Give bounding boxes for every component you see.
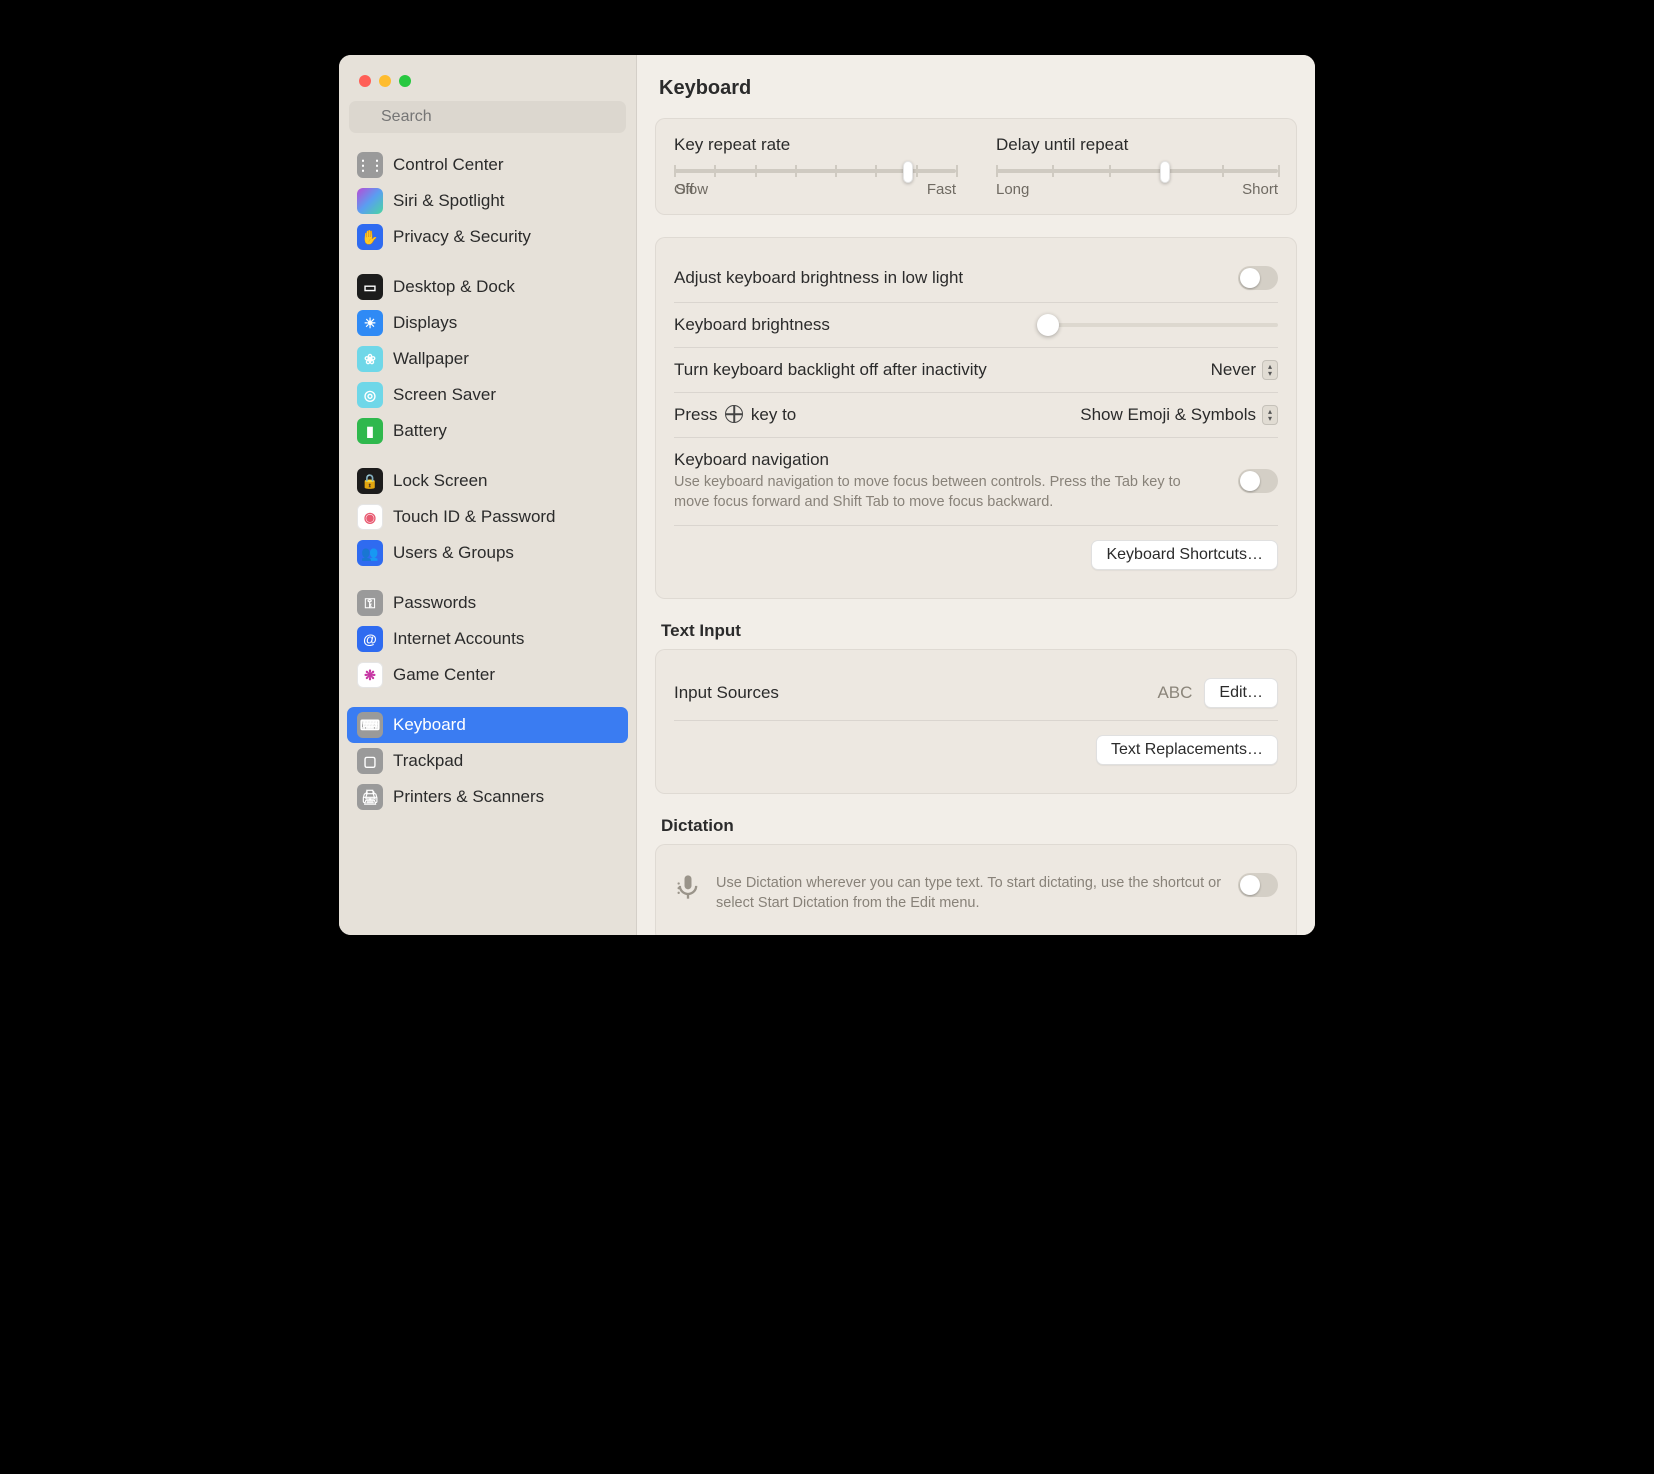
sidebar-icon (357, 188, 383, 214)
keyboard-nav-toggle[interactable] (1238, 469, 1278, 493)
text-input-header: Text Input (655, 621, 1297, 649)
minimize-window[interactable] (379, 75, 391, 87)
dictation-toggle[interactable] (1238, 873, 1278, 897)
sidebar-icon: ▭ (357, 274, 383, 300)
stepper-icon: ▴▾ (1262, 405, 1278, 425)
keyboard-shortcuts-button[interactable]: Keyboard Shortcuts… (1091, 540, 1278, 570)
sidebar-icon: @ (357, 626, 383, 652)
delay-short-label: Short (1242, 181, 1278, 198)
sidebar-item-keyboard[interactable]: ⌨ Keyboard (347, 707, 628, 743)
sidebar-item-label: Internet Accounts (393, 629, 524, 649)
sidebar-nav[interactable]: ⋮⋮ Control Center Siri & Spotlight ✋ Privacy… (339, 139, 636, 935)
stepper-icon: ▴▾ (1262, 360, 1278, 380)
brightness-label: Keyboard brightness (674, 315, 830, 335)
main-content: Keyboard Key repeat rate Off Slow Fast D… (637, 55, 1315, 935)
sidebar-item-internet-accounts[interactable]: @ Internet Accounts (347, 621, 628, 657)
sidebar-item-privacy-security[interactable]: ✋ Privacy & Security (347, 219, 628, 255)
delay-slider[interactable] (996, 169, 1278, 173)
globe-key-popup[interactable]: Show Emoji & Symbols ▴▾ (1080, 405, 1278, 425)
microphone-icon (674, 873, 702, 906)
sidebar-item-battery[interactable]: ▮ Battery (347, 413, 628, 449)
sidebar-item-screen-saver[interactable]: ◎ Screen Saver (347, 377, 628, 413)
sidebar-item-label: Printers & Scanners (393, 787, 544, 807)
sidebar-item-desktop-dock[interactable]: ▭ Desktop & Dock (347, 269, 628, 305)
repeat-panel: Key repeat rate Off Slow Fast Delay unti… (655, 118, 1297, 215)
repeat-fast-label: Fast (927, 181, 956, 198)
globe-key-value: Show Emoji & Symbols (1080, 405, 1256, 425)
sidebar-icon: ▮ (357, 418, 383, 444)
sidebar-item-label: Battery (393, 421, 447, 441)
sidebar-item-label: Passwords (393, 593, 476, 613)
keyboard-nav-label: Keyboard navigation (674, 450, 1218, 470)
brightness-panel: Adjust keyboard brightness in low light … (655, 237, 1297, 599)
sidebar-item-game-center[interactable]: ❋ Game Center (347, 657, 628, 693)
text-input-panel: Input Sources ABC Edit… Text Replacement… (655, 649, 1297, 794)
page-title: Keyboard (655, 55, 1297, 118)
sidebar-icon: ❀ (357, 346, 383, 372)
close-window[interactable] (359, 75, 371, 87)
globe-icon (725, 405, 743, 423)
backlight-off-popup[interactable]: Never ▴▾ (1211, 360, 1278, 380)
delay-long-label: Long (996, 181, 1029, 198)
brightness-slider[interactable] (1038, 323, 1278, 327)
sidebar-icon: ☀ (357, 310, 383, 336)
sidebar-item-label: Trackpad (393, 751, 463, 771)
sidebar-item-label: Desktop & Dock (393, 277, 515, 297)
auto-brightness-toggle[interactable] (1238, 266, 1278, 290)
backlight-off-value: Never (1211, 360, 1256, 380)
sidebar-item-lock-screen[interactable]: 🔒 Lock Screen (347, 463, 628, 499)
sidebar-item-label: Control Center (393, 155, 504, 175)
sidebar-item-label: Displays (393, 313, 457, 333)
sidebar-item-users-groups[interactable]: 👥 Users & Groups (347, 535, 628, 571)
globe-key-label: Press key to (674, 405, 796, 425)
sidebar-icon: ◎ (357, 382, 383, 408)
sidebar-item-wallpaper[interactable]: ❀ Wallpaper (347, 341, 628, 377)
key-repeat-slider[interactable] (674, 169, 956, 173)
sidebar-icon: ⚿ (357, 590, 383, 616)
sidebar-icon: ⌨ (357, 712, 383, 738)
keyboard-nav-desc: Use keyboard navigation to move focus be… (674, 472, 1218, 513)
sidebar-item-label: Privacy & Security (393, 227, 531, 247)
key-repeat-title: Key repeat rate (674, 135, 956, 155)
sidebar-icon: ❋ (357, 662, 383, 688)
sidebar-item-passwords[interactable]: ⚿ Passwords (347, 585, 628, 621)
sidebar-icon: 🖨 (357, 784, 383, 810)
sidebar-item-displays[interactable]: ☀ Displays (347, 305, 628, 341)
sidebar-item-label: Siri & Spotlight (393, 191, 505, 211)
settings-window: ⋮⋮ Control Center Siri & Spotlight ✋ Privacy… (339, 55, 1315, 935)
dictation-panel: Use Dictation wherever you can type text… (655, 844, 1297, 935)
sidebar-item-printers-scanners[interactable]: 🖨 Printers & Scanners (347, 779, 628, 815)
search-input[interactable] (349, 101, 626, 133)
edit-input-sources-button[interactable]: Edit… (1204, 678, 1278, 708)
sidebar-item-touch-id-password[interactable]: ◉ Touch ID & Password (347, 499, 628, 535)
input-sources-label: Input Sources (674, 683, 779, 703)
window-controls (339, 69, 636, 101)
sidebar-item-siri-spotlight[interactable]: Siri & Spotlight (347, 183, 628, 219)
dictation-header: Dictation (655, 816, 1297, 844)
zoom-window[interactable] (399, 75, 411, 87)
repeat-slow-label: Slow (676, 181, 709, 198)
sidebar-icon: ▢ (357, 748, 383, 774)
delay-title: Delay until repeat (996, 135, 1278, 155)
sidebar-item-control-center[interactable]: ⋮⋮ Control Center (347, 147, 628, 183)
dictation-desc: Use Dictation wherever you can type text… (716, 873, 1238, 914)
sidebar-item-label: Lock Screen (393, 471, 488, 491)
sidebar-item-label: Users & Groups (393, 543, 514, 563)
sidebar-item-trackpad[interactable]: ▢ Trackpad (347, 743, 628, 779)
sidebar-item-label: Keyboard (393, 715, 466, 735)
auto-brightness-label: Adjust keyboard brightness in low light (674, 268, 963, 288)
sidebar-item-label: Wallpaper (393, 349, 469, 369)
input-sources-value: ABC (1157, 683, 1192, 703)
sidebar-item-label: Game Center (393, 665, 495, 685)
backlight-off-label: Turn keyboard backlight off after inacti… (674, 360, 987, 380)
sidebar-icon: 👥 (357, 540, 383, 566)
sidebar-item-label: Touch ID & Password (393, 507, 556, 527)
sidebar-item-label: Screen Saver (393, 385, 496, 405)
sidebar: ⋮⋮ Control Center Siri & Spotlight ✋ Privacy… (339, 55, 637, 935)
sidebar-icon: ⋮⋮ (357, 152, 383, 178)
sidebar-icon: ◉ (357, 504, 383, 530)
sidebar-icon: ✋ (357, 224, 383, 250)
sidebar-icon: 🔒 (357, 468, 383, 494)
text-replacements-button[interactable]: Text Replacements… (1096, 735, 1278, 765)
